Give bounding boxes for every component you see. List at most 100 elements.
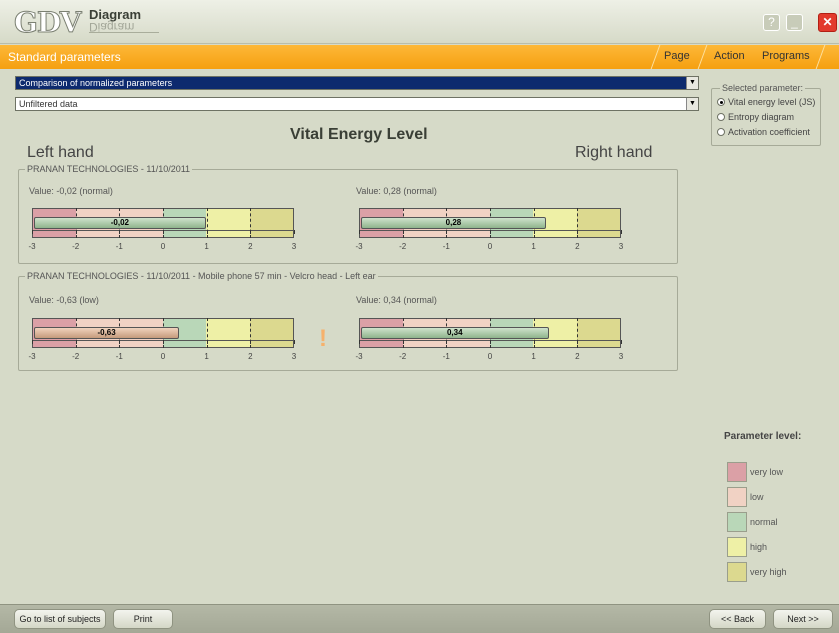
- gauge-tick: [206, 230, 208, 234]
- legend-label: very low: [750, 467, 784, 477]
- gauge-tick: [32, 340, 33, 344]
- go-to-subjects-button[interactable]: Go to list of subjects: [14, 609, 106, 629]
- gauge-tick: [490, 340, 491, 344]
- page-title: Vital Energy Level: [290, 126, 428, 143]
- gauge-tick-label: -2: [399, 242, 407, 251]
- gauge-tick-label: 3: [618, 352, 624, 361]
- gauge-tick: [402, 340, 404, 344]
- radio-label: Activation coefficient: [728, 127, 810, 137]
- chevron-down-icon[interactable]: ▼: [686, 77, 698, 89]
- legend-swatch: [727, 487, 747, 507]
- gauge-tick: [359, 230, 360, 234]
- gauge-value-bar: -0,02: [34, 217, 206, 229]
- gauge-tick-label: -1: [115, 352, 123, 361]
- gauge-tick: [446, 230, 448, 234]
- right-value-label: Value: 0,28 (normal): [356, 186, 437, 196]
- gauge-tick-label: -1: [442, 242, 450, 251]
- gauge-tick-label: 1: [204, 352, 209, 361]
- right-gauge: -3 -2 -1 0 1 2 3 0,28: [355, 208, 623, 258]
- section-title: Standard parameters: [8, 50, 121, 64]
- radio-activation[interactable]: Activation coefficient: [717, 127, 810, 137]
- legend-label: very high: [750, 567, 787, 577]
- chevron-down-icon[interactable]: ▼: [686, 98, 698, 110]
- print-button[interactable]: Print: [113, 609, 173, 629]
- left-gauge: -3 -2 -1 0 1 2 3 -0,63: [28, 318, 296, 368]
- radio-entropy[interactable]: Entropy diagram: [717, 112, 794, 122]
- gauge-tick-label: 0: [487, 352, 493, 361]
- gauge-tick: [533, 230, 535, 234]
- band-vhigh: [249, 209, 293, 237]
- legend-swatch: [727, 562, 747, 582]
- gauge-tick-label: 2: [248, 352, 253, 361]
- menu-programs[interactable]: Programs: [762, 50, 810, 62]
- menu-separator: [650, 45, 661, 69]
- legend-swatch: [727, 537, 747, 557]
- menu-bar: Standard parameters Page Action Programs: [0, 45, 839, 69]
- band-vhigh: [576, 209, 620, 237]
- menu-separator: [815, 45, 826, 69]
- close-button[interactable]: ✕: [818, 13, 837, 32]
- menu-action[interactable]: Action: [714, 50, 745, 62]
- gauge-tick: [402, 230, 404, 234]
- legend-label: high: [750, 542, 768, 552]
- gauge-tick-label: -3: [28, 352, 36, 361]
- gauge-tick-label: -2: [399, 352, 407, 361]
- gauge-value-bar: 0,34: [361, 327, 549, 339]
- gauge-tick-label: 1: [204, 242, 209, 251]
- gauge-tick: [577, 230, 579, 234]
- gauge-tick-label: 2: [248, 242, 253, 251]
- title-bar: GDV Diagram Diagram ? _ ❐ ✕: [0, 0, 839, 44]
- app-logo: GDV: [13, 6, 81, 40]
- gauge-tick: [577, 340, 579, 344]
- gauge-tick-label: -3: [355, 352, 363, 361]
- band-vhigh: [249, 319, 293, 347]
- measurement-group: PRANAN TECHNOLOGIES - 11/10/2011 - Mobil…: [18, 271, 678, 371]
- minimize-button[interactable]: _: [786, 14, 803, 31]
- gauge-tick: [119, 340, 121, 344]
- left-hand-label: Left hand: [27, 144, 94, 161]
- help-button[interactable]: ?: [763, 14, 780, 31]
- parameter-select[interactable]: Comparison of normalized parameters ▼: [15, 76, 699, 90]
- legend-swatch: [727, 512, 747, 532]
- radio-vital-energy[interactable]: Vital energy level (JS): [717, 97, 815, 107]
- gauge-tick-label: 2: [575, 352, 580, 361]
- gauge-tick-label: -1: [115, 242, 123, 251]
- filter-select[interactable]: Unfiltered data ▼: [15, 97, 699, 111]
- radio-button[interactable]: [717, 113, 725, 121]
- gauge-tick: [446, 340, 448, 344]
- legend-title: Parameter level:: [724, 431, 802, 442]
- gauge-tick-label: 0: [160, 242, 166, 251]
- gauge-tick: [206, 340, 208, 344]
- gauge-tick-label: 2: [575, 242, 580, 251]
- gauge-tick: [75, 230, 77, 234]
- right-value-label: Value: 0,34 (normal): [356, 295, 437, 305]
- measurement-title: PRANAN TECHNOLOGIES - 11/10/2011: [25, 164, 193, 174]
- gauge-tick-label: -2: [72, 352, 80, 361]
- logo-underline: [89, 32, 159, 33]
- menu-page[interactable]: Page: [664, 50, 690, 62]
- menu-separator: [697, 45, 708, 69]
- radio-button[interactable]: [717, 128, 725, 136]
- gauge-tick: [163, 340, 164, 344]
- radio-label: Vital energy level (JS): [728, 97, 816, 107]
- gauge-tick: [359, 340, 360, 344]
- gauge-tick: [533, 340, 535, 344]
- next-button[interactable]: Next >>: [773, 609, 833, 629]
- legend-label: low: [750, 492, 764, 502]
- panel-title: Selected parameter:: [720, 83, 806, 93]
- bottom-bar: Go to list of subjects Print << Back Nex…: [0, 604, 839, 633]
- gauge-tick: [163, 230, 164, 234]
- back-button[interactable]: << Back: [709, 609, 766, 629]
- right-gauge: -3 -2 -1 0 1 2 3 0,34: [355, 318, 623, 368]
- gauge-tick-label: 0: [487, 242, 493, 251]
- left-value-label: Value: -0,63 (low): [29, 295, 99, 305]
- gauge-tick-label: -3: [355, 242, 363, 251]
- legend-swatch: [727, 462, 747, 482]
- gauge-tick-label: -2: [72, 242, 80, 251]
- selected-parameter-panel: Selected parameter: Vital energy level (…: [711, 83, 821, 146]
- band-high: [206, 319, 250, 347]
- gauge-value-bar: -0,63: [34, 327, 180, 339]
- radio-button[interactable]: [717, 98, 725, 106]
- gauge-tick: [294, 230, 295, 234]
- gauge-tick-label: 1: [531, 242, 536, 251]
